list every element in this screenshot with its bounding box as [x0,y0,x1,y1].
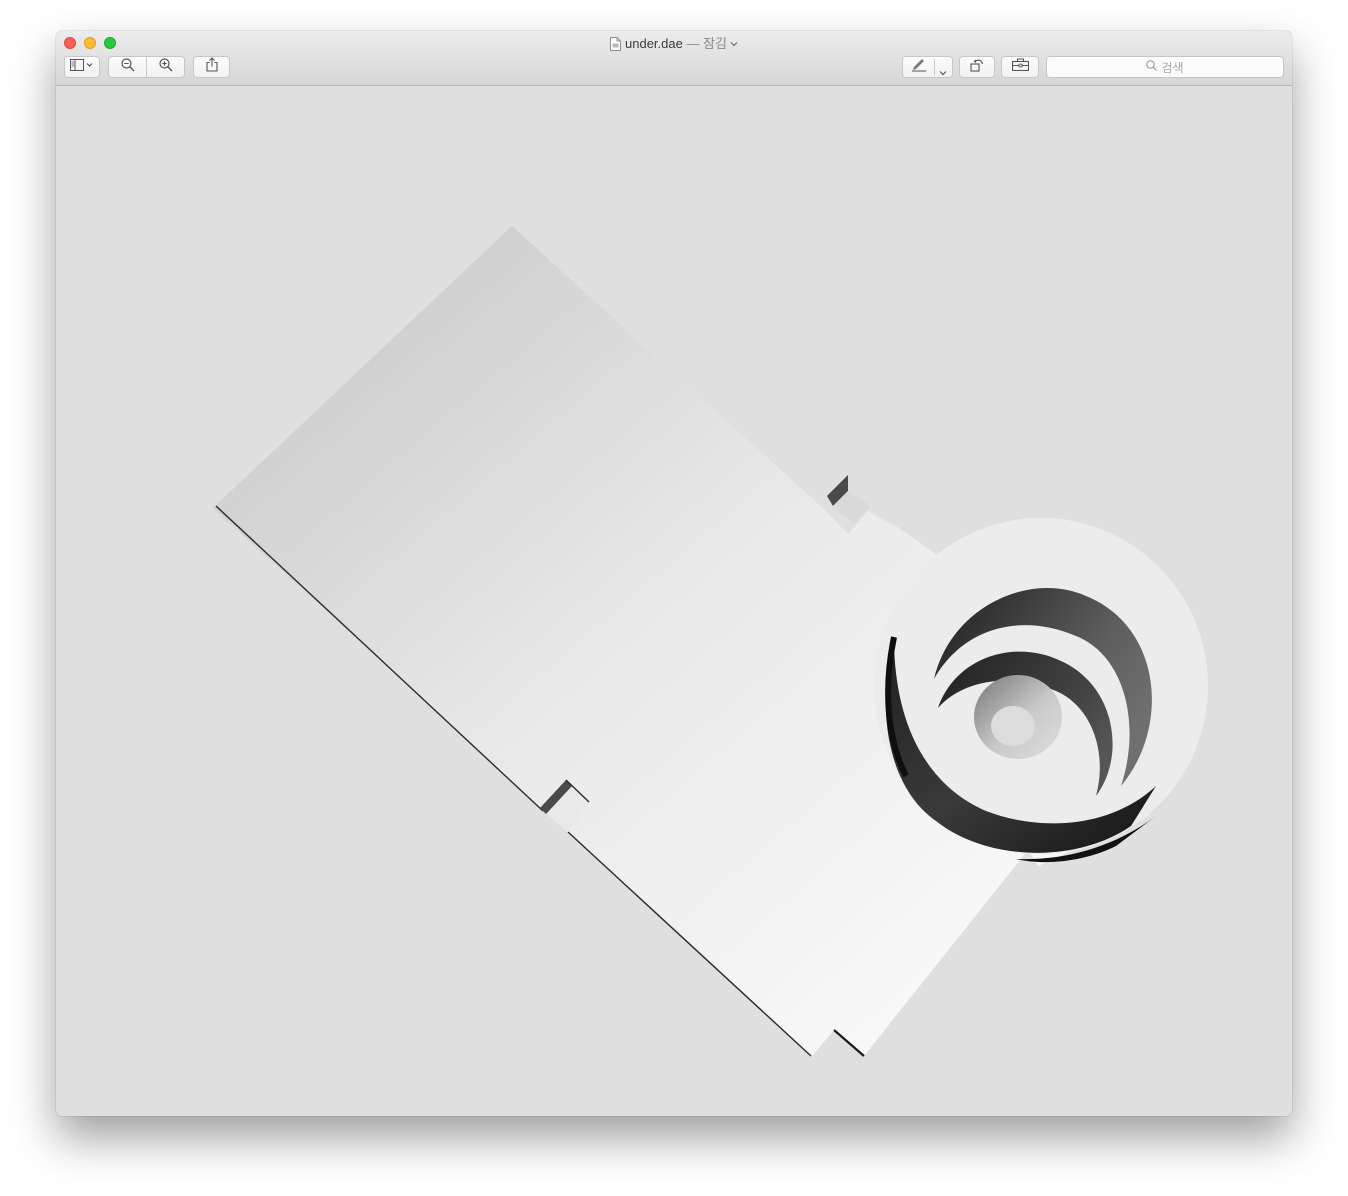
window-title[interactable]: under.dae — 잠김 [56,35,1292,55]
search-icon [1146,60,1161,74]
markup-menu-chevron-icon[interactable] [939,63,947,81]
zoom-in-button[interactable] [146,56,185,78]
rotate-button[interactable] [959,56,995,78]
toolbox-button[interactable] [1001,56,1039,78]
title-bar: under.dae — 잠김 검색 [56,31,1292,86]
zoom-out-button[interactable] [108,56,147,78]
markup-pen-icon [911,58,927,77]
sidebar-view-button[interactable] [64,56,100,78]
hub-bore [991,706,1035,746]
model-viewport[interactable] [56,86,1292,1116]
locked-status: 잠김 [703,36,727,51]
markup-divider [934,59,935,75]
model-render [213,226,1208,1057]
preview-window: under.dae — 잠김 검색 [56,31,1292,1116]
chevron-down-icon [730,35,738,51]
rotate-icon [969,58,985,77]
search-placeholder: 검색 [1161,60,1184,75]
share-icon [205,57,218,77]
markup-button[interactable] [902,56,953,78]
zoom-out-icon [120,57,135,77]
sidebar-toggle-icon [70,58,94,76]
title-separator: — [682,36,704,51]
toolbox-icon [1011,58,1029,76]
share-button[interactable] [193,56,230,78]
search-field[interactable]: 검색 [1046,56,1284,78]
zoom-in-icon [158,57,173,77]
file-name: under.dae [625,36,683,51]
document-icon [610,37,621,55]
